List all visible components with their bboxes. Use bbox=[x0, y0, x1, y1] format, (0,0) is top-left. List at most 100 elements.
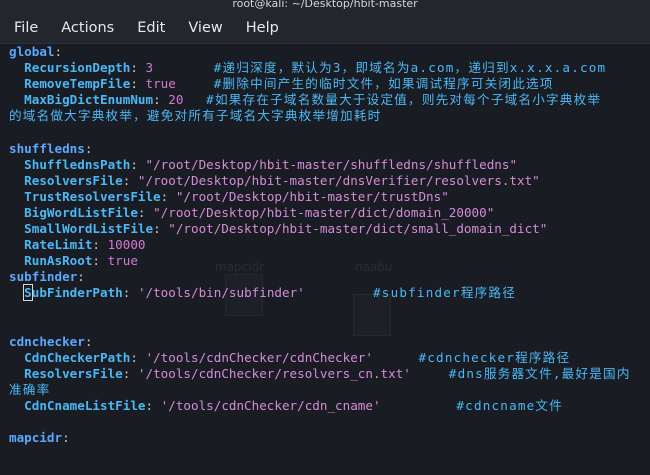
terminal-text-segment: : bbox=[130, 76, 146, 92]
terminal-text-segment: S bbox=[23, 284, 33, 302]
terminal-text-segment: : bbox=[84, 140, 93, 156]
menu-actions[interactable]: Actions bbox=[61, 20, 114, 36]
terminal-text-segment: 的域名做大字典枚举，避免对所有子域名大字典枚举增加耗时 bbox=[9, 108, 382, 124]
menu-bar: File Actions Edit View Help bbox=[0, 12, 650, 44]
terminal-text-segment: shuffledns bbox=[9, 140, 85, 156]
terminal-text-segment: subfinder bbox=[9, 269, 78, 285]
terminal-text-segment: true bbox=[107, 253, 138, 269]
terminal-text-segment: : bbox=[153, 92, 169, 108]
terminal-text-segment: "/root/Desktop/hbit-master/dnsVerifier/r… bbox=[137, 172, 540, 188]
terminal-text-segment: ResolversFile bbox=[9, 172, 123, 188]
terminal-line: MaxBigDictEnumNum: 20 #如果存在子域名数量大于设定值，则先… bbox=[9, 92, 650, 108]
terminal-text-segment: 准确率 bbox=[9, 381, 51, 397]
terminal-line: RemoveTempFile: true #删除中间产生的临时文件，如果调试程序… bbox=[9, 76, 650, 92]
terminal-text-segment: : bbox=[84, 333, 93, 349]
terminal-line: CdnCheckerPath: '/tools/cdnChecker/cdnCh… bbox=[9, 350, 650, 366]
window-title: root@kali: ~/Desktop/hbit-master bbox=[232, 0, 418, 10]
terminal-text-segment: #subfinder程序路径 bbox=[373, 285, 516, 301]
terminal-text-segment: "/root/Desktop/hbit-master/trustDns" bbox=[175, 188, 449, 204]
terminal-line: CdnCnameListFile: '/tools/cdnChecker/cdn… bbox=[9, 398, 650, 414]
terminal-text-segment: ResolversFile bbox=[9, 365, 123, 381]
terminal-text-segment: 3 bbox=[145, 60, 154, 76]
terminal-line: RateLimit: 10000 bbox=[9, 237, 650, 253]
terminal-text-segment: : bbox=[62, 430, 70, 446]
terminal-line: shuffledns: bbox=[9, 141, 650, 157]
terminal-text-segment: #cdncname文件 bbox=[456, 398, 564, 414]
terminal-line: RecursionDepth: 3 #递归深度，默认为3，即域名为a.com，递… bbox=[9, 60, 650, 76]
terminal-text-segment: : bbox=[130, 156, 146, 172]
terminal-text-segment: : bbox=[77, 269, 85, 285]
terminal-text-segment: RemoveTempFile bbox=[9, 76, 131, 92]
terminal-text-segment: CdnCheckerPath bbox=[9, 349, 131, 365]
terminal-line: 的域名做大字典枚举，避免对所有子域名大字典枚举增加耗时 bbox=[9, 108, 650, 124]
menu-view[interactable]: View bbox=[188, 20, 222, 36]
terminal-line: TrustResolversFile: "/root/Desktop/hbit-… bbox=[9, 189, 650, 205]
menu-help[interactable]: Help bbox=[246, 20, 279, 36]
terminal-line: cdnchecker: bbox=[9, 334, 650, 350]
terminal-text-segment: "/root/Desktop/hbit-master/dict/small_do… bbox=[168, 221, 548, 237]
terminal-line: ResolversFile: '/tools/cdnChecker/resolv… bbox=[9, 366, 650, 382]
terminal-text-segment: '/tools/bin/subfinder' bbox=[137, 285, 305, 301]
menu-file[interactable]: File bbox=[14, 20, 38, 36]
terminal-text-segment: 10000 bbox=[107, 237, 146, 253]
terminal-text-segment: TrustResolversFile bbox=[9, 188, 161, 204]
terminal-text-segment: RecursionDepth bbox=[9, 60, 131, 76]
terminal-line: SmallWordListFile: "/root/Desktop/hbit-m… bbox=[9, 221, 650, 237]
terminal-text-segment: : bbox=[145, 398, 161, 414]
terminal-text-segment: : bbox=[130, 60, 146, 76]
terminal-text-segment: #递归深度，默认为3，即域名为a.com，递归到x.x.x.a.com bbox=[213, 60, 607, 76]
terminal-text-segment: CdnCnameListFile bbox=[9, 398, 146, 414]
terminal-text-segment: ShufflednsPath bbox=[9, 156, 131, 172]
terminal-text-segment: mapcidr bbox=[9, 430, 63, 446]
terminal-text-segment: #cdnchecker程序路径 bbox=[418, 349, 571, 365]
terminal-text-segment: : bbox=[122, 365, 138, 381]
terminal-text-segment: MaxBigDictEnumNum bbox=[9, 92, 154, 108]
terminal-text-segment: : bbox=[122, 172, 138, 188]
terminal-text-segment: : bbox=[160, 188, 176, 204]
terminal-line: SubFinderPath: '/tools/bin/subfinder' #s… bbox=[9, 284, 650, 302]
terminal-text-segment: RateLimit bbox=[9, 237, 93, 253]
terminal-text-segment: SmallWordListFile bbox=[9, 221, 154, 237]
terminal-text-segment: : bbox=[54, 44, 63, 59]
terminal-text-segment: true bbox=[145, 76, 176, 92]
terminal-text-segment: 20 bbox=[168, 92, 184, 108]
terminal-text-segment: "/root/Desktop/hbit-master/dict/domain_2… bbox=[153, 204, 495, 220]
terminal-text-segment: : bbox=[137, 204, 154, 220]
terminal-text-segment: #dns服务器文件,最好是国内 bbox=[448, 365, 631, 381]
terminal-text-segment: : bbox=[130, 349, 146, 365]
terminal-text-segment: #如果存在子域名数量大于设定值，则先对每个子域名小字典枚举 bbox=[206, 92, 602, 108]
menu-edit[interactable]: Edit bbox=[137, 20, 165, 36]
terminal-line: ResolversFile: "/root/Desktop/hbit-maste… bbox=[9, 173, 650, 189]
terminal-text-segment: '/tools/cdnChecker/cdnChecker' bbox=[145, 349, 373, 365]
terminal-content[interactable]: mapcidr naabu global: RecursionDepth: 3 … bbox=[0, 44, 650, 475]
terminal-text-segment: RunAsRoot bbox=[9, 253, 93, 269]
terminal-line: 准确率 bbox=[9, 382, 650, 398]
terminal-text-segment: #删除中间产生的临时文件，如果调试程序可关闭此选项 bbox=[213, 76, 554, 92]
terminal-text-segment: BigWordListFile bbox=[9, 204, 138, 220]
terminal-text-segment: "/root/Desktop/hbit-master/shuffledns/sh… bbox=[145, 156, 518, 172]
terminal-text-segment: '/tools/cdnChecker/cdn_cname' bbox=[160, 398, 381, 414]
terminal-text-segment: : bbox=[153, 221, 169, 237]
terminal-text-segment: global bbox=[9, 44, 55, 59]
terminal-line: ShufflednsPath: "/root/Desktop/hbit-mast… bbox=[9, 157, 650, 173]
terminal-line: global: bbox=[9, 44, 650, 60]
terminal-text-segment: : bbox=[122, 285, 138, 301]
window-titlebar: root@kali: ~/Desktop/hbit-master bbox=[0, 0, 650, 12]
terminal-text-segment: : bbox=[92, 253, 108, 269]
terminal-line: mapcidr: bbox=[9, 430, 650, 446]
terminal-line: RunAsRoot: true bbox=[9, 253, 650, 269]
terminal-text-segment: cdnchecker bbox=[9, 333, 85, 349]
terminal-text-segment: ubFinderPath bbox=[31, 285, 123, 301]
